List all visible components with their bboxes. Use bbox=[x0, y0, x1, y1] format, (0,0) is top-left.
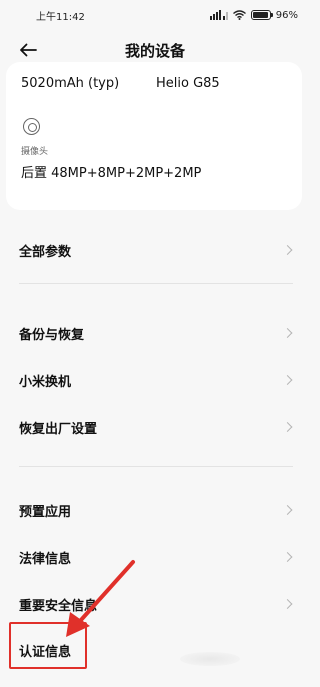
annotation-arrow bbox=[66, 560, 135, 637]
